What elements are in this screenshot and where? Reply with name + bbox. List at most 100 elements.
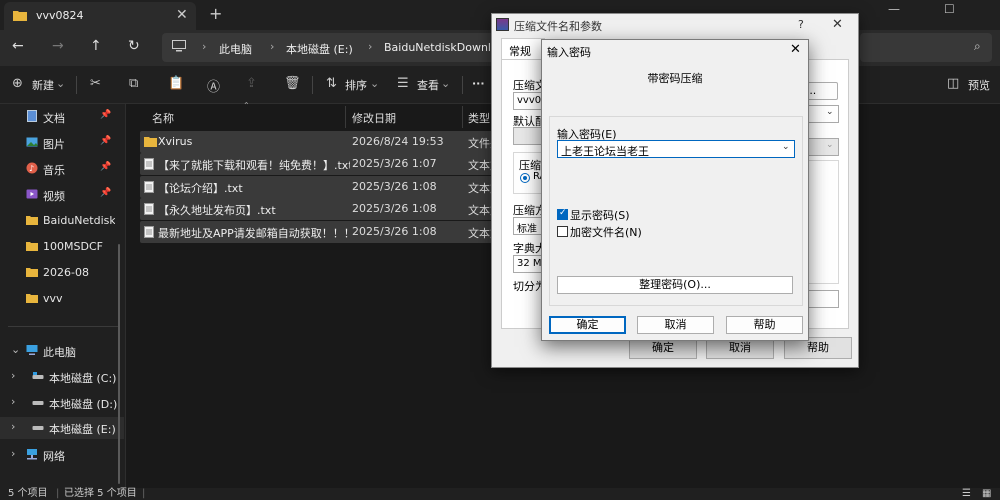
sidebar-item-this-pc[interactable]: ⌄ 此电脑 xyxy=(0,340,124,362)
sidebar-item-pictures[interactable]: 图片 📌 xyxy=(0,132,124,154)
rename-icon[interactable]: Ⓐ xyxy=(207,76,220,95)
sidebar-item-vvv[interactable]: vvv xyxy=(0,288,124,310)
minimize-icon[interactable]: — xyxy=(888,2,900,16)
sort-ascending-icon: ⌃ xyxy=(243,101,250,110)
sidebar-item-2026-08[interactable]: 2026-08 xyxy=(0,262,124,284)
file-date: 2025/3/26 1:07 xyxy=(352,157,437,170)
column-header-name[interactable]: 名称 xyxy=(152,110,174,126)
close-icon[interactable]: ✕ xyxy=(790,42,801,57)
chevron-down-icon: ⌄ xyxy=(56,77,66,90)
sidebar-item-drive-c[interactable]: › 本地磁盘 (C:) xyxy=(0,366,124,388)
chevron-right-icon[interactable]: › xyxy=(11,395,15,408)
show-password-checkbox[interactable] xyxy=(557,208,568,220)
breadcrumb-this-pc[interactable]: 此电脑 xyxy=(219,41,252,57)
picture-icon xyxy=(26,137,38,147)
chevron-down-icon[interactable]: ⌄ xyxy=(11,343,20,356)
winrar-icon xyxy=(496,18,509,31)
file-row[interactable]: 最新地址及APP请发邮箱自动获取！！！.... 2025/3/26 1:08 文… xyxy=(140,221,501,243)
breadcrumb-folder[interactable]: BaiduNetdiskDownloa xyxy=(384,41,504,54)
search-box[interactable]: ⌕ xyxy=(860,33,992,62)
sidebar-item-drive-d[interactable]: › 本地磁盘 (D:) xyxy=(0,392,124,414)
help-icon[interactable]: ? xyxy=(798,18,804,31)
breadcrumb-drive-e[interactable]: 本地磁盘 (E:) xyxy=(286,41,353,57)
column-header-type[interactable]: 类型 xyxy=(468,110,490,126)
sidebar-item-drive-e[interactable]: › 本地磁盘 (E:) xyxy=(0,417,124,439)
show-password-label: 显示密码(S) xyxy=(570,209,630,222)
search-icon: ⌕ xyxy=(974,39,981,53)
folder-icon xyxy=(26,216,38,225)
password-value: 上老王论坛当老王 xyxy=(561,145,649,158)
encrypt-names-checkbox[interactable] xyxy=(557,226,568,237)
sidebar-item-music[interactable]: ♪ 音乐 📌 xyxy=(0,158,124,180)
file-row[interactable]: 【永久地址发布页】.txt 2025/3/26 1:08 文本文 xyxy=(140,198,501,220)
column-divider[interactable] xyxy=(345,106,346,128)
pin-icon: 📌 xyxy=(100,110,112,120)
chevron-right-icon[interactable]: › xyxy=(11,369,15,382)
maximize-icon[interactable]: ☐ xyxy=(944,2,955,16)
document-icon xyxy=(27,110,37,122)
file-row[interactable]: Xvirus 2026/8/24 19:53 文件夹 xyxy=(140,131,501,153)
close-tab-icon[interactable]: ✕ xyxy=(176,7,188,23)
sidebar-item-baidunetdisk[interactable]: BaiduNetdiskD xyxy=(0,210,124,232)
password-ok-button[interactable]: 确定 xyxy=(549,316,626,334)
chevron-down-icon: ⌄ xyxy=(370,77,380,90)
paste-icon[interactable]: 📋 xyxy=(168,76,184,91)
chevron-down-icon[interactable]: ⌄ xyxy=(782,142,790,152)
tab-general[interactable]: 常规 xyxy=(501,38,545,60)
close-icon[interactable]: ✕ xyxy=(832,17,843,32)
sidebar-item-videos[interactable]: 视频 📌 xyxy=(0,184,124,206)
file-name: Xvirus xyxy=(158,135,193,148)
view-button[interactable]: 查看 xyxy=(417,77,439,93)
more-options-button[interactable]: ··· xyxy=(472,77,485,90)
forward-icon[interactable]: → xyxy=(52,38,64,54)
password-help-button[interactable]: 帮助 xyxy=(726,316,803,334)
copy-icon[interactable]: ⧉ xyxy=(129,76,138,91)
up-icon[interactable]: ↑ xyxy=(90,38,102,54)
file-row[interactable]: 【来了就能下载和观看！纯免费！】.txt 2025/3/26 1:07 文本文 xyxy=(140,153,501,175)
radio-rar[interactable] xyxy=(520,173,530,183)
sidebar-item-100msdcf[interactable]: 100MSDCF xyxy=(0,236,124,258)
new-button[interactable]: 新建 xyxy=(32,77,54,93)
preview-button[interactable]: 预览 xyxy=(968,77,990,93)
divider xyxy=(462,76,463,94)
navigation-pane: 文档 📌 图片 📌 ♪ 音乐 📌 视频 📌 BaiduNetdiskD 100M… xyxy=(0,104,126,488)
drive-icon xyxy=(32,426,44,430)
chevron-down-icon: ⌄ xyxy=(826,107,834,117)
organize-passwords-button[interactable]: 整理密码(O)... xyxy=(557,276,793,294)
back-icon[interactable]: ← xyxy=(12,38,24,54)
delete-icon[interactable]: 🗑 xyxy=(284,76,301,91)
sidebar-item-label: 100MSDCF xyxy=(43,240,103,253)
sidebar-item-documents[interactable]: 文档 📌 xyxy=(0,106,124,128)
file-date: 2025/3/26 1:08 xyxy=(352,180,437,193)
sidebar-item-label: 文档 xyxy=(43,112,65,125)
address-bar[interactable]: › 此电脑 › 本地磁盘 (E:) › BaiduNetdiskDownloa xyxy=(162,33,504,62)
video-icon xyxy=(26,189,38,199)
new-tab-button[interactable]: + xyxy=(209,4,222,23)
svg-text:♪: ♪ xyxy=(29,164,34,173)
file-date: 2025/3/26 1:08 xyxy=(352,202,437,215)
file-name: 【论坛介绍】.txt xyxy=(158,182,243,195)
refresh-icon[interactable]: ↻ xyxy=(128,38,140,54)
sidebar-item-label: 本地磁盘 (E:) xyxy=(49,423,116,436)
column-divider[interactable] xyxy=(462,106,463,128)
details-view-icon[interactable]: ☰ xyxy=(962,488,971,500)
sidebar-item-network[interactable]: › 网络 xyxy=(0,444,124,466)
password-cancel-button[interactable]: 取消 xyxy=(637,316,714,334)
folder-icon xyxy=(26,242,38,251)
divider xyxy=(8,326,118,327)
share-icon[interactable]: ⇪ xyxy=(246,76,257,91)
scrollbar[interactable] xyxy=(118,244,120,484)
tiles-view-icon[interactable]: ▦ xyxy=(982,488,991,500)
cut-icon[interactable]: ✂ xyxy=(90,76,101,91)
text-file-icon xyxy=(144,158,154,170)
file-row[interactable]: 【论坛介绍】.txt 2025/3/26 1:08 文本文 xyxy=(140,176,501,198)
selected-count: 已选择 5 个项目 xyxy=(64,488,137,499)
column-header-modified[interactable]: 修改日期 xyxy=(352,110,396,126)
sort-button[interactable]: 排序 xyxy=(345,77,367,93)
tab-vvv0824[interactable]: vvv0824 ✕ xyxy=(4,2,196,30)
music-icon: ♪ xyxy=(26,162,38,174)
chevron-right-icon[interactable]: › xyxy=(11,420,15,433)
chevron-right-icon[interactable]: › xyxy=(11,447,15,460)
tab-title: vvv0824 xyxy=(36,9,84,22)
password-input[interactable]: 上老王论坛当老王 ⌄ xyxy=(557,140,795,158)
